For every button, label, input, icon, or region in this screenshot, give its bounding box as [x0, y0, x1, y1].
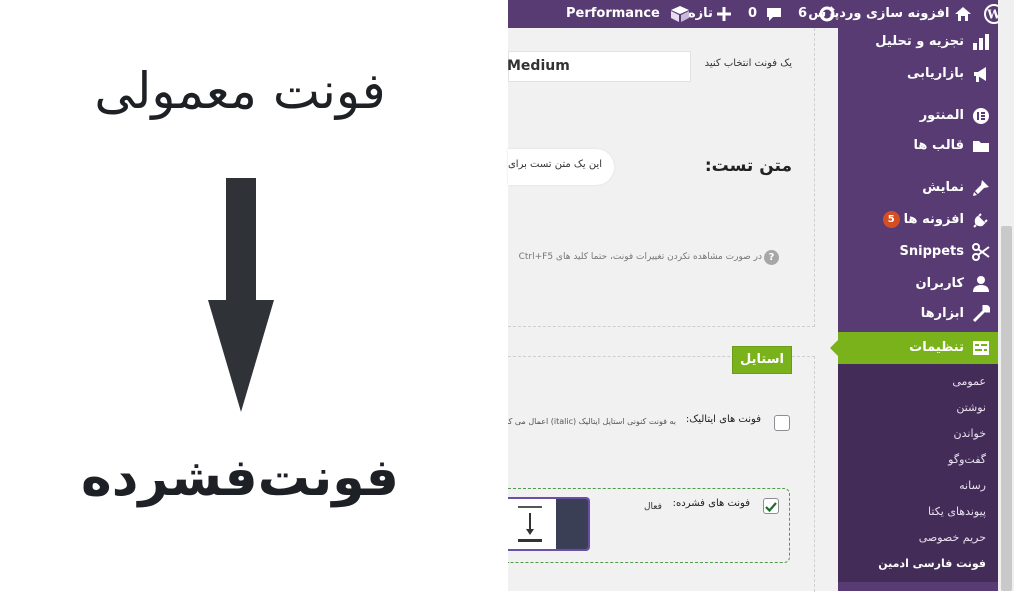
sidebar-item-label: تجزیه و تحلیل — [875, 34, 964, 49]
help-note: در صورت مشاهده نکردن تغییرات فونت، حتما … — [518, 252, 762, 262]
settings-submenu — [838, 364, 998, 582]
performance-link[interactable]: Performance — [566, 0, 690, 28]
down-arrow-head — [208, 300, 274, 412]
performance-label: Performance — [566, 6, 660, 21]
italic-desc-clip: به فونت کنونی استایل ایتالیک (italic) اع… — [508, 417, 676, 431]
home-icon — [955, 6, 971, 21]
megaphone-icon — [972, 65, 990, 83]
condensed-status: فعال — [644, 502, 662, 512]
comment-icon — [766, 7, 781, 21]
sidebar-item-label: ابزارها — [920, 306, 964, 321]
font-select-dropdown[interactable]: Medium — [507, 51, 691, 82]
italic-checkbox[interactable] — [774, 415, 790, 431]
submenu-item-persian-admin-font[interactable]: فونت فارسی ادمین — [878, 554, 986, 574]
new-content-link[interactable]: تازه — [688, 0, 732, 28]
style-section-badge: استایل — [732, 346, 792, 374]
test-text-input[interactable]: این یک متن تست برای ا — [508, 149, 614, 185]
admin-bar: W افزونه سازی وردپرس 6 0 تازه Performanc… — [508, 0, 1014, 28]
italic-description: به فونت کنونی استایل ایتالیک (italic) اع… — [508, 417, 676, 426]
plugins-update-badge: 5 — [882, 211, 900, 228]
submenu-item-reading[interactable]: خواندن — [954, 424, 986, 444]
sidebar-item-elementor[interactable]: المنتور — [920, 102, 990, 130]
settings-content: یک فونت انتخاب کنید Medium متن تست: این … — [507, 28, 838, 592]
condensed-preview-thumbnail — [508, 497, 590, 551]
italic-label: فونت های ایتالیک: — [685, 414, 761, 425]
active-menu-pointer — [830, 340, 838, 356]
sidebar-item-settings[interactable]: تنظیمات — [909, 334, 990, 362]
normal-font-title: فونت معمولی — [94, 62, 386, 120]
condensed-checkbox[interactable] — [763, 498, 779, 514]
wrench-icon — [972, 303, 991, 323]
sidebar-item-tools[interactable]: ابزارها — [920, 300, 991, 328]
updates-count: 6 — [798, 6, 808, 21]
sidebar-item-label: کاربران — [915, 276, 964, 291]
sidebar-item-label: المنتور — [919, 108, 964, 123]
comments-count: 0 — [748, 6, 758, 21]
scrollbar-thumb[interactable] — [1001, 226, 1012, 591]
sidebar-item-snippets[interactable]: Snippets — [900, 238, 990, 266]
new-label: تازه — [688, 6, 713, 21]
plugin-icon — [972, 211, 990, 229]
condensed-font-title: فونت‌فشرده — [81, 448, 401, 508]
sidebar-item-label: نمایش — [922, 180, 964, 195]
updates-link[interactable]: 6 — [798, 0, 836, 28]
sidebar-item-label: قالب ها — [913, 138, 964, 153]
submenu-item-privacy[interactable]: حریم خصوصی — [919, 528, 986, 548]
scissors-icon — [972, 242, 990, 261]
user-icon — [972, 275, 990, 293]
checkmark-icon — [765, 502, 777, 513]
brush-icon — [972, 179, 990, 197]
plus-icon — [717, 6, 732, 21]
folder-icon — [972, 137, 990, 155]
submenu-item-discussion[interactable]: گفت‌وگو — [948, 450, 986, 470]
sidebar-item-templates[interactable]: قالب ها — [914, 132, 990, 160]
comments-link[interactable]: 0 — [748, 0, 782, 28]
sidebar-item-marketing[interactable]: بازاریابی — [907, 60, 990, 88]
sidebar-item-users[interactable]: کاربران — [916, 270, 990, 298]
font-select-value: Medium — [507, 58, 570, 74]
submenu-item-permalinks[interactable]: پیوندهای یکتا — [928, 502, 986, 522]
submenu-item-media[interactable]: رسانه — [959, 476, 986, 496]
sidebar-item-label: افزونه ها — [903, 212, 964, 227]
elementor-icon — [972, 107, 990, 125]
refresh-icon — [819, 5, 835, 21]
performance-cube-icon — [671, 5, 690, 22]
sidebar-item-analytics[interactable]: تجزیه و تحلیل — [875, 28, 990, 56]
sidebar-item-plugins[interactable]: افزونه ها5 — [882, 206, 990, 234]
test-text-label: متن تست: — [704, 156, 792, 176]
chart-bar-icon — [972, 33, 990, 51]
test-text-value: این یک متن تست برای ا — [508, 159, 602, 170]
settings-icon — [972, 339, 990, 357]
down-arrow-icon — [226, 178, 256, 306]
condensed-label: فونت های فشرده: — [672, 498, 750, 509]
sidebar-item-label: بازاریابی — [907, 66, 964, 81]
sidebar-item-label: تنظیمات — [909, 340, 964, 355]
submenu-item-general[interactable]: عمومی — [952, 372, 986, 392]
submenu-item-writing[interactable]: نوشتن — [956, 398, 986, 418]
help-note-clip: در صورت مشاهده نکردن تغییرات فونت، حتما … — [508, 252, 762, 268]
sidebar-item-label: Snippets — [899, 244, 964, 259]
font-select-label: یک فونت انتخاب کنید — [704, 58, 792, 69]
help-icon: ? — [764, 250, 779, 265]
sidebar-item-appearance[interactable]: نمایش — [922, 174, 990, 202]
